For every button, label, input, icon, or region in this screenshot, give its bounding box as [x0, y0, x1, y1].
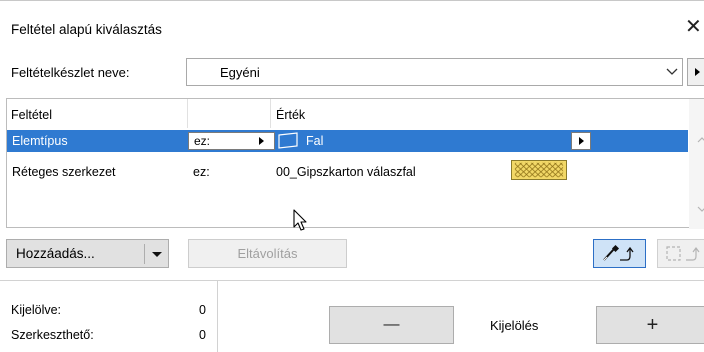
- stats-separator: [217, 281, 218, 352]
- table-row[interactable]: Réteges szerkezet ez: 00_Gipszkarton vál…: [7, 152, 688, 192]
- dropdown-arrow-icon: [259, 137, 264, 145]
- pick-from-model-button[interactable]: [593, 239, 646, 268]
- bottom-separator: [0, 280, 704, 281]
- chevron-down-icon: [666, 68, 678, 75]
- mouse-pointer-icon: [293, 209, 307, 231]
- split-divider: [144, 244, 145, 264]
- preset-next-button[interactable]: [687, 58, 704, 86]
- value-dropdown-button[interactable]: [571, 132, 591, 150]
- marquee-icon: [666, 246, 700, 261]
- editable-count-value: 0: [199, 328, 206, 342]
- chevron-down-icon[interactable]: [697, 205, 704, 213]
- chevron-up-icon[interactable]: [697, 136, 704, 144]
- remove-button-label: Eltávolítás: [237, 246, 298, 261]
- remove-button[interactable]: Eltávolítás: [188, 239, 347, 268]
- preset-name-dropdown[interactable]: Egyéni: [186, 58, 683, 86]
- table-header: Feltétel Érték: [7, 99, 687, 128]
- preset-name-label: Feltételkészlet neve:: [11, 65, 130, 80]
- hatch-swatch: [511, 160, 567, 180]
- play-arrow-icon: [695, 68, 700, 76]
- deselect-button[interactable]: —: [329, 306, 454, 344]
- selected-count-label: Kijelölve:: [11, 303, 62, 317]
- editable-count-label: Szerkeszthető:: [11, 328, 94, 342]
- header-divider: [270, 99, 271, 128]
- operator-value: ez:: [194, 134, 211, 148]
- criteria-table: Feltétel Érték Elemtípus ez: Fal Réteges…: [6, 98, 704, 229]
- add-button-label: Hozzáadás...: [16, 246, 95, 261]
- add-button[interactable]: Hozzáadás...: [6, 239, 169, 268]
- operator-dropdown[interactable]: ez:: [188, 132, 275, 150]
- header-criterion: Feltétel: [11, 108, 52, 122]
- header-divider: [187, 99, 188, 128]
- plus-icon: +: [646, 314, 659, 336]
- row-value: Fal: [306, 134, 324, 148]
- chevron-down-icon[interactable]: [152, 252, 162, 257]
- close-icon[interactable]: ✕: [685, 17, 702, 37]
- window-top-border: [0, 0, 704, 1]
- preset-name-value: Egyéni: [220, 65, 260, 80]
- wall-icon: [278, 132, 298, 149]
- selection-label: Kijelölés: [490, 318, 539, 333]
- select-button[interactable]: +: [596, 306, 704, 344]
- row-criterion: Elemtípus: [12, 134, 68, 148]
- row-value: 00_Gipszkarton válaszfal: [276, 165, 416, 179]
- dropdown-arrow-icon: [579, 137, 584, 145]
- minus-icon: —: [383, 316, 400, 333]
- header-value: Érték: [276, 108, 306, 122]
- selected-count-value: 0: [199, 303, 206, 317]
- table-row[interactable]: Elemtípus ez: Fal: [7, 130, 688, 152]
- row-operator: ez:: [193, 165, 210, 179]
- dialog-title: Feltétel alapú kiválasztás: [11, 22, 162, 37]
- table-scrollbar[interactable]: [689, 99, 704, 229]
- eyedropper-icon: [603, 244, 634, 261]
- marquee-selection-button[interactable]: [657, 239, 704, 268]
- row-criterion: Réteges szerkezet: [12, 165, 116, 179]
